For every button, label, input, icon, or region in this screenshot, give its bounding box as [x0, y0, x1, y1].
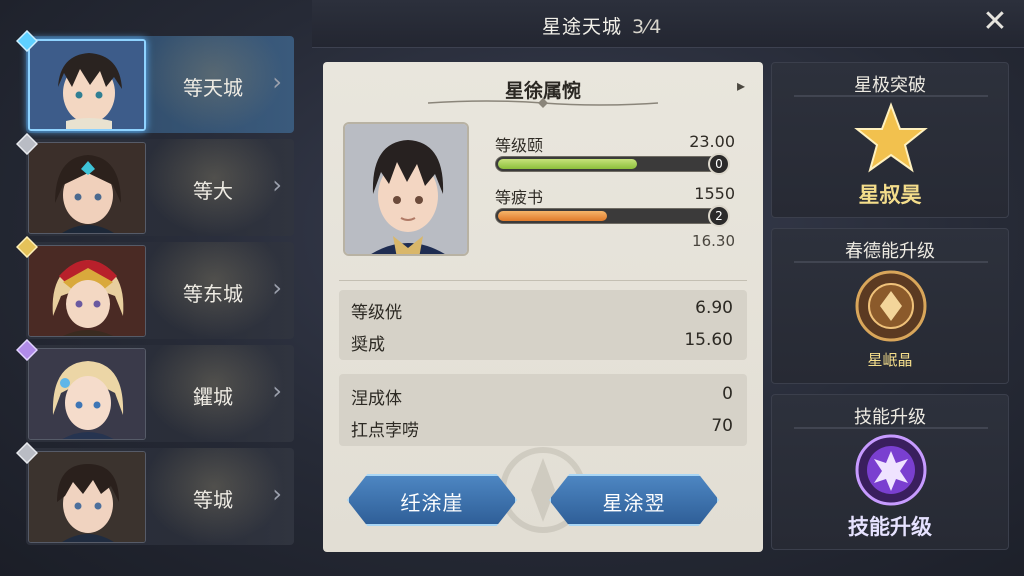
stats-box: 等级侊 6.90 奨成 15.60 — [339, 290, 747, 360]
progress-bar: 0 — [495, 153, 730, 175]
hero-name: 等天城 — [183, 76, 243, 100]
title-ornament — [794, 95, 988, 97]
bar-label: 等疲书 — [495, 188, 544, 207]
crystal-orb-icon — [855, 270, 927, 342]
stat-row: 奨成 15.60 — [351, 330, 733, 355]
hero-row[interactable]: 等城 › — [16, 442, 294, 545]
rank-gem-icon — [16, 442, 38, 464]
chevron-right-icon: › — [272, 480, 282, 508]
hero-name: 等东城 — [183, 282, 243, 306]
stat-row: 涅成体 0 — [351, 384, 733, 409]
chevron-right-icon: › — [272, 171, 282, 199]
rank-gem-icon — [16, 236, 38, 258]
title-ornament — [794, 427, 988, 429]
stat-row: 扛点孛唠 70 — [351, 416, 733, 441]
close-button[interactable]: ✕ — [980, 7, 1010, 38]
skill-upgrade-card[interactable]: 技能升级 技能升级 — [771, 394, 1009, 550]
chevron-right-icon: › — [272, 377, 282, 405]
chevron-right-icon: › — [272, 274, 282, 302]
star-breakthrough-card[interactable]: 星极突破 星叔昊 — [771, 62, 1009, 218]
hero-portrait — [28, 39, 146, 131]
rank-gem-icon — [16, 133, 38, 155]
bar-value: 23.00 — [689, 132, 735, 151]
hero-row[interactable]: 鑺城 › — [16, 339, 294, 442]
card-label: 星岷晶 — [867, 351, 913, 369]
right-action-button[interactable]: 星涂翌 — [549, 474, 719, 526]
bar-label: 等级颐 — [495, 136, 544, 155]
hero-row[interactable]: 等东城 › — [16, 236, 294, 339]
stats-box: 涅成体 0 扛点孛唠 70 — [339, 374, 747, 446]
stat-label: 涅成体 — [351, 389, 402, 409]
page-title: 星途天城 3⁄4 — [542, 12, 662, 39]
stat-label: 扛点孛唠 — [351, 421, 419, 441]
progress-knob[interactable]: 0 — [708, 153, 730, 175]
button-label: 星涂翌 — [602, 491, 666, 515]
rank-gem-icon — [16, 339, 38, 361]
progress-fill — [498, 159, 637, 169]
button-label: 纴涂崖 — [400, 491, 464, 515]
hero-large-portrait — [343, 122, 469, 256]
stat-label: 奨成 — [351, 335, 385, 355]
ability-upgrade-card[interactable]: 春德能升级 星岷晶 — [771, 228, 1009, 384]
hero-row[interactable]: 等天城 › — [16, 30, 294, 133]
card-label: 技能升级 — [848, 515, 932, 539]
hero-row[interactable]: 等大 › — [16, 133, 294, 236]
bar-value: 1550 — [694, 184, 735, 203]
hero-portrait — [28, 245, 146, 337]
hero-portrait — [28, 451, 146, 543]
bar-sub-value: 16.30 — [692, 232, 735, 250]
hero-name: 等城 — [193, 488, 233, 512]
title-ornament — [428, 98, 658, 108]
card-label: 星叔昊 — [858, 183, 922, 207]
top-bar: 星途天城 3⁄4 ✕ — [312, 0, 1024, 48]
progress-knob[interactable]: 2 — [708, 205, 730, 227]
stat-row: 等级侊 6.90 — [351, 298, 733, 323]
progress-fill — [498, 211, 607, 221]
hero-detail-panel: 星徐属惋 ▸ 等级颐 23.00 0 等疲书 1550 2 16.30 等级侊 … — [323, 62, 763, 552]
title-ornament — [794, 261, 988, 263]
page-title-counter: 3⁄4 — [632, 16, 663, 38]
stat-value: 0 — [722, 384, 733, 404]
skill-orb-icon — [855, 434, 927, 506]
close-icon: ✕ — [982, 4, 1008, 39]
chevron-right-icon: › — [272, 68, 282, 96]
page-title-text: 星途天城 — [542, 16, 623, 38]
hero-portrait — [28, 348, 146, 440]
progress-bar: 2 — [495, 205, 730, 227]
next-arrow-icon[interactable]: ▸ — [737, 76, 745, 95]
divider — [339, 280, 747, 281]
star-icon — [854, 102, 928, 173]
left-action-button[interactable]: 纴涂崖 — [347, 474, 517, 526]
stat-value: 15.60 — [684, 330, 733, 350]
hero-name: 鑺城 — [193, 385, 233, 409]
rank-gem-icon — [16, 30, 38, 52]
stat-value: 6.90 — [695, 298, 733, 318]
stat-value: 70 — [711, 416, 733, 436]
stat-label: 等级侊 — [351, 303, 402, 323]
hero-name: 等大 — [193, 179, 233, 203]
hero-portrait — [28, 142, 146, 234]
